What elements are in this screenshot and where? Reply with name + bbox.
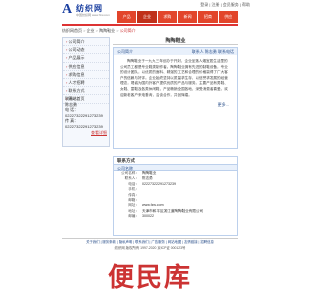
- nav-item[interactable]: 企业: [137, 11, 157, 23]
- site-subtitle: 中国纺织网 www.fzw.com: [76, 13, 110, 17]
- sidebar-item[interactable]: 求购信息: [63, 71, 109, 80]
- contact-panel: 联系方式 公司名称 公司名称： 陶陶鞋业 联系人： 陈志勇 电话： 02227322291…: [113, 156, 238, 236]
- contact-value: 300022: [142, 214, 154, 219]
- contact-title: 联系方式: [117, 158, 135, 163]
- sidebar-item[interactable]: 人才招聘: [63, 79, 109, 88]
- breadcrumb-item: 公司简介: [119, 28, 136, 33]
- header-divider: [62, 24, 238, 26]
- nav-item[interactable]: 新闻: [177, 11, 198, 23]
- sidebar-item[interactable]: 公司动态: [63, 46, 109, 55]
- sidebar-contact-more-link[interactable]: 查看详细: [65, 130, 110, 136]
- breadcrumb-item[interactable]: 陶陶鞋业: [99, 28, 115, 33]
- breadcrumb-item[interactable]: 纺织网首页: [62, 28, 82, 33]
- sidebar-item[interactable]: 供应信息: [63, 63, 109, 71]
- main-nav: 产品 企业 求购 新闻 招商 供应: [117, 11, 238, 23]
- intro-text: 陶陶鞋业于一九九三年创办于开封，企业坐落人烟宜居生活里的公司员工都是专业鞋类制作…: [120, 59, 228, 97]
- intro-contact-link[interactable]: 联系人 陈志勇 联系电话: [192, 48, 234, 55]
- page-title: 陶陶鞋业: [113, 37, 238, 45]
- nav-item[interactable]: 招商: [198, 11, 218, 23]
- intro-panel: 公司简介 联系人 陈志勇 联系电话 陶陶鞋业于一九九三年创办于开封，企业坐落人烟…: [113, 47, 238, 149]
- sidebar-item[interactable]: 联系方式: [63, 87, 109, 96]
- intro-more-link[interactable]: 更多...: [114, 102, 237, 108]
- footer-links[interactable]: 关于我们 | 服务条款 | 隐私声明 | 联系我们 | 广告服务 | 网站地图 …: [62, 238, 238, 245]
- contact-row: 邮编： 300022: [114, 214, 237, 219]
- nav-item[interactable]: 供应: [218, 11, 238, 23]
- watermark-logo: 便民库: [107, 263, 192, 293]
- sidebar-contact: 联系人： 陈志勇电 话： 02227322291273239 传 真： 02227322…: [62, 96, 110, 135]
- breadcrumb: 纺织网首页 > 企业 > 陶陶鞋业 > 公司简介: [62, 27, 238, 35]
- sidebar-item[interactable]: 产品展示: [63, 54, 109, 63]
- top-links[interactable]: 登录 | 注册 | 会员服务 | 帮助: [62, 0, 300, 10]
- intro-header: 公司简介 联系人 陈志勇 联系电话: [114, 48, 237, 55]
- contact-subtitle: 公司名称: [114, 164, 237, 171]
- page: A 纺织网 中国纺织网 www.fzw.com 登录 | 注册 | 会员服务 |…: [0, 0, 300, 300]
- nav-item[interactable]: 产品: [117, 11, 137, 23]
- contact-label: 邮编：: [128, 214, 139, 219]
- contact-rows: 公司名称： 陶陶鞋业 联系人： 陈志勇 电话： 02227322291273239 手机：传…: [114, 171, 237, 220]
- sidebar-item[interactable]: 公司简介: [63, 38, 109, 47]
- breadcrumb-item[interactable]: 企业: [87, 28, 95, 33]
- nav-item[interactable]: 求购: [157, 11, 177, 23]
- copyright: 纺织网 版权所有 1997-2020 京ICP证 000123号: [114, 246, 186, 250]
- intro-title: 公司简介: [117, 49, 133, 54]
